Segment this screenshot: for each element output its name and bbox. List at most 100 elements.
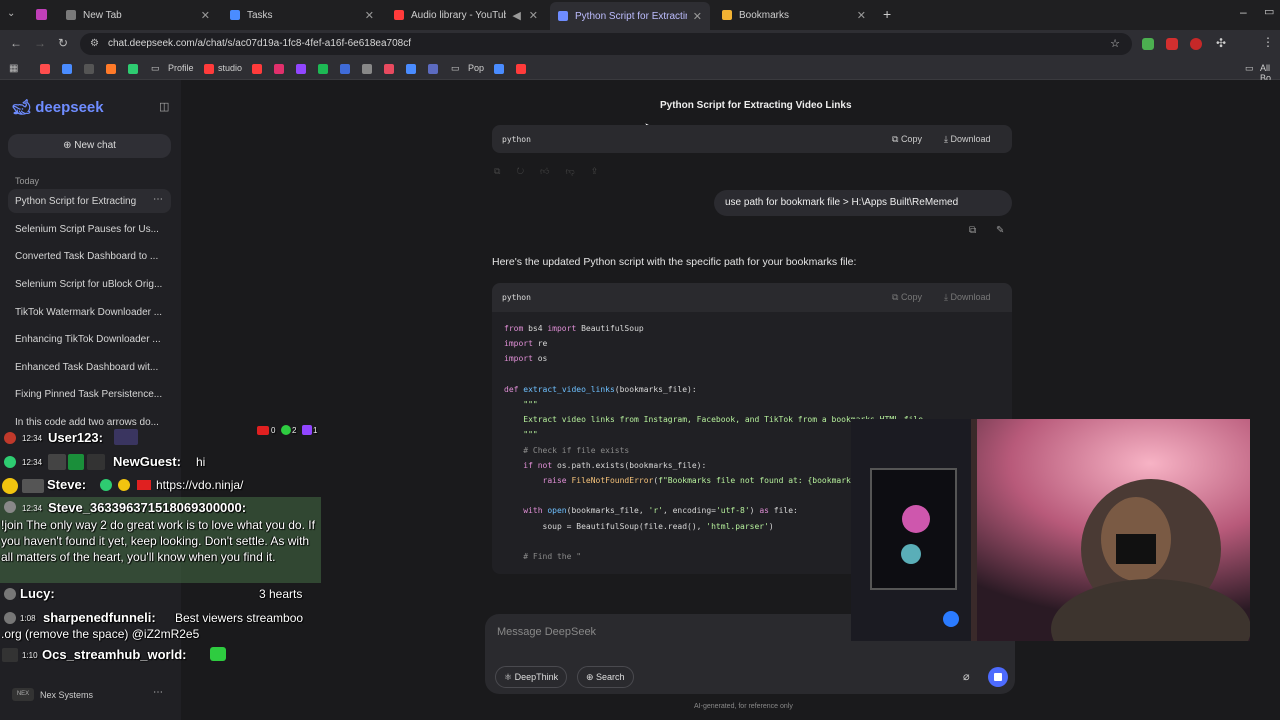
- puzzle-icon[interactable]: ✣: [1216, 36, 1226, 50]
- stop-button[interactable]: [988, 667, 1008, 687]
- speaker-icon[interactable]: ◀: [512, 9, 520, 22]
- bookmark-pop[interactable]: Pop: [468, 63, 484, 73]
- address-bar[interactable]: ⚙ chat.deepseek.com/a/chat/s/ac07d19a-1f…: [80, 33, 1132, 55]
- badge-icon: [22, 479, 44, 493]
- bookmark-icon[interactable]: [406, 64, 416, 74]
- folder-icon[interactable]: ▭: [151, 63, 160, 74]
- forward-icon[interactable]: →: [34, 36, 46, 50]
- youtube-icon[interactable]: [204, 64, 214, 74]
- more-icon[interactable]: ⋯: [153, 687, 163, 698]
- code-line: """: [523, 400, 538, 409]
- share-icon[interactable]: ⇪: [591, 166, 615, 176]
- bookmark-icon[interactable]: [384, 64, 394, 74]
- menu-icon[interactable]: ⋮: [1262, 35, 1274, 49]
- star-icon[interactable]: ☆: [1110, 37, 1120, 50]
- tab-tasks[interactable]: Tasks ✕: [222, 4, 382, 26]
- copy-button[interactable]: ⧉ Copy: [892, 292, 922, 303]
- new-tab-button[interactable]: +: [883, 6, 891, 22]
- tab-python-script[interactable]: Python Script for Extracting Vid ✕: [550, 2, 710, 30]
- bookmark-icon[interactable]: [362, 64, 372, 74]
- instagram-icon[interactable]: [274, 64, 284, 74]
- user-name[interactable]: Nex Systems: [40, 690, 93, 700]
- minimize-icon[interactable]: –: [1240, 5, 1247, 19]
- extension-icon[interactable]: [1166, 38, 1178, 50]
- close-icon[interactable]: ✕: [857, 9, 866, 22]
- bookmark-icon[interactable]: [84, 64, 94, 74]
- download-button[interactable]: ⤓ Download: [944, 292, 991, 303]
- back-icon[interactable]: ←: [10, 36, 22, 50]
- tab-new-tab[interactable]: New Tab ✕: [58, 4, 218, 26]
- history-item[interactable]: TikTok Watermark Downloader ...: [15, 307, 167, 318]
- edit-icon[interactable]: ✎: [996, 225, 1004, 236]
- download-button[interactable]: ⤓ Download: [944, 134, 991, 145]
- folder-icon[interactable]: ▭: [1245, 63, 1254, 74]
- tab-title: Audio library - YouTube Stu: [411, 9, 507, 21]
- plus-icon: ⊕: [63, 140, 75, 151]
- close-icon[interactable]: ✕: [693, 10, 702, 23]
- thumbs-down-icon[interactable]: 👎︎: [565, 166, 590, 176]
- message-author: Steve:: [47, 477, 87, 492]
- tab-audio-library[interactable]: Audio library - YouTube Stu ◀ ✕: [386, 4, 546, 26]
- bookmark-studio[interactable]: studio: [218, 63, 242, 73]
- bookmark-icon[interactable]: [62, 64, 72, 74]
- search-button[interactable]: ⊕ Search: [577, 666, 634, 688]
- user-avatar[interactable]: NEX: [12, 688, 34, 701]
- restore-icon[interactable]: ▭: [1264, 5, 1274, 18]
- pinned-tab-icon[interactable]: [36, 9, 47, 20]
- message-time: 12:34: [22, 458, 43, 467]
- site-info-icon[interactable]: ⚙: [90, 38, 99, 49]
- chat-message: Steve: https://vdo.ninja/: [0, 476, 321, 496]
- reload-icon[interactable]: ↻: [58, 36, 68, 50]
- copy-icon[interactable]: ⧉: [494, 166, 516, 176]
- message-input[interactable]: Message DeepSeek: [497, 626, 596, 638]
- url-text[interactable]: chat.deepseek.com/a/chat/s/ac07d19a-1fc8…: [108, 38, 411, 49]
- attach-icon[interactable]: ⌀: [963, 670, 970, 683]
- globe-icon: ⊕: [586, 672, 597, 682]
- history-item[interactable]: Converted Task Dashboard to ...: [15, 251, 167, 262]
- tab-title: New Tab: [83, 9, 122, 21]
- history-item[interactable]: Python Script for Extracting: [15, 196, 145, 207]
- more-icon[interactable]: ⋯: [153, 194, 163, 205]
- thumbs-up-icon[interactable]: 👍︎: [540, 166, 565, 176]
- bookmark-icon[interactable]: [428, 64, 438, 74]
- user-message-text: use path for bookmark file > H:\Apps Bui…: [725, 197, 959, 208]
- apps-icon[interactable]: ▦: [9, 63, 18, 74]
- youtube-icon[interactable]: [516, 64, 526, 74]
- bookmark-icon[interactable]: [252, 64, 262, 74]
- bookmark-icon[interactable]: [106, 64, 116, 74]
- close-icon[interactable]: ✕: [201, 9, 210, 22]
- message-author: Ocs_streamhub_world:: [42, 647, 187, 662]
- folder-icon[interactable]: ▭: [451, 63, 460, 74]
- extension-icon[interactable]: [1190, 38, 1202, 50]
- bookmark-icon[interactable]: [318, 64, 328, 74]
- collapse-sidebar-icon[interactable]: ◫: [159, 100, 169, 113]
- history-item[interactable]: Selenium Script for uBlock Orig...: [15, 279, 167, 290]
- regenerate-icon[interactable]: ↻: [516, 166, 540, 176]
- history-item[interactable]: Selenium Script Pauses for Us...: [15, 224, 167, 235]
- bookmark-icon[interactable]: [296, 64, 306, 74]
- star-icon: [722, 10, 732, 20]
- tab-strip: ⌄ New Tab ✕ Tasks ✕ Audio library - YouT…: [0, 0, 1280, 30]
- bookmark-icon[interactable]: [340, 64, 350, 74]
- copy-button[interactable]: ⧉ Copy: [892, 134, 922, 145]
- extension-icon[interactable]: [1142, 38, 1154, 50]
- logo[interactable]: 🐋︎ deepseek: [12, 98, 104, 116]
- chat-title: Python Script for Extracting Video Links: [660, 100, 852, 111]
- bookmark-profile[interactable]: Profile: [168, 63, 194, 73]
- bookmark-icon[interactable]: [128, 64, 138, 74]
- history-item[interactable]: Enhanced Task Dashboard wit...: [15, 362, 167, 373]
- copy-icon[interactable]: ⧉: [969, 225, 976, 236]
- close-icon[interactable]: ✕: [529, 9, 538, 22]
- bookmark-icon[interactable]: [494, 64, 504, 74]
- bookmark-icon[interactable]: [40, 64, 50, 74]
- chat-message-highlight: 12:34 Steve_3633963715180693000​00: !joi…: [0, 497, 321, 583]
- tab-search-icon[interactable]: ⌄: [7, 8, 15, 19]
- tab-bookmarks[interactable]: Bookmarks ✕: [714, 4, 874, 26]
- close-icon[interactable]: ✕: [365, 9, 374, 22]
- deepthink-button[interactable]: ⚛ DeepThink: [495, 666, 568, 688]
- avatar: [2, 648, 18, 662]
- new-chat-button[interactable]: ⊕ New chat: [8, 134, 171, 158]
- history-item[interactable]: Enhancing TikTok Downloader ...: [15, 334, 167, 345]
- history-item[interactable]: Fixing Pinned Task Persistence...: [15, 389, 167, 400]
- message-text: !join The only way 2 do great work is to…: [1, 518, 315, 564]
